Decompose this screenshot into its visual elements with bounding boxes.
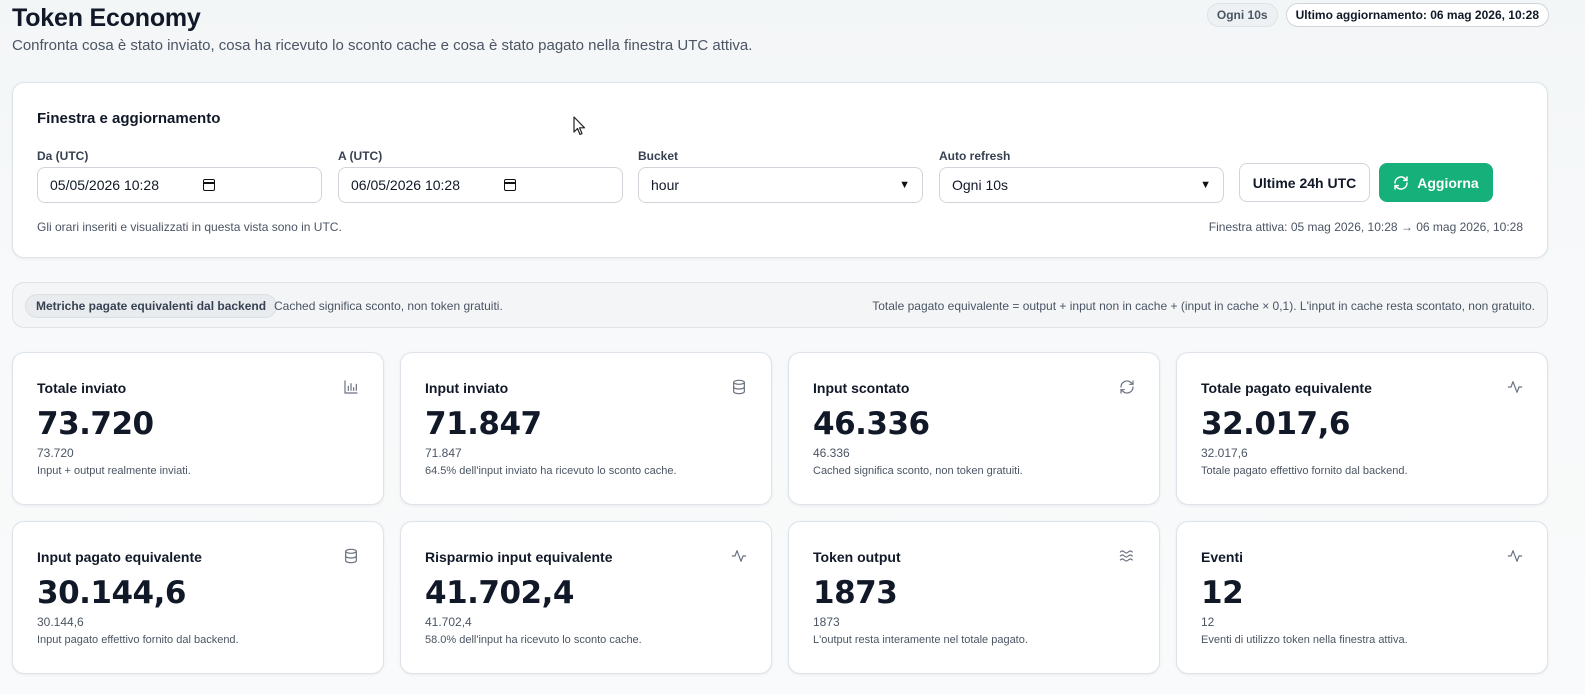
page-header: Token Economy Confronta cosa è stato inv… — [12, 4, 752, 54]
metric-note: Totale pagato effettivo fornito dal back… — [1201, 465, 1408, 477]
activity-icon — [1507, 550, 1523, 562]
from-value: 05/05/2026 10:28 — [50, 177, 159, 193]
backend-metrics-badge: Metriche pagate equivalenti dal backend — [25, 294, 278, 318]
auto-refresh-value: Ogni 10s — [952, 177, 1009, 193]
metric-card: Input scontato 46.336 46.336 Cached signifi… — [788, 352, 1160, 505]
bar-chart-icon — [344, 380, 358, 394]
refresh-button-label: Aggiorna — [1417, 174, 1479, 191]
metric-card: Risparmio input equivalente 41.702,4 41.70… — [400, 521, 772, 674]
refresh-interval-badge: Ogni 10s — [1206, 3, 1278, 27]
cache-note: Cached significa sconto, non token gratu… — [274, 299, 503, 313]
metric-value: 1873 — [813, 575, 898, 611]
metric-title: Input inviato — [425, 380, 509, 396]
calendar-icon[interactable] — [203, 179, 215, 191]
database-icon — [345, 548, 357, 564]
info-bar: Metriche pagate equivalenti dal backend … — [12, 282, 1548, 328]
metric-card: Totale pagato equivalente 32.017,6 32.017,… — [1176, 352, 1548, 505]
to-label: A (UTC) — [338, 149, 383, 163]
bucket-value: hour — [651, 177, 680, 193]
filters-title: Finestra e aggiornamento — [37, 110, 221, 127]
metric-note: Cached significa sconto, non token gratu… — [813, 465, 1023, 477]
metric-subvalue: 46.336 — [813, 446, 850, 460]
from-field: Da (UTC) 05/05/2026 10:28 — [37, 149, 322, 203]
metric-value: 71.847 — [425, 406, 542, 442]
from-label: Da (UTC) — [37, 149, 89, 163]
metric-note: Input pagato effettivo fornito dal backe… — [37, 634, 239, 646]
last-24h-button[interactable]: Ultime 24h UTC — [1239, 163, 1370, 202]
metric-value: 12 — [1201, 575, 1244, 611]
page-title: Token Economy — [12, 4, 201, 32]
bucket-select[interactable]: hour ▼ — [638, 167, 923, 203]
chevron-down-icon: ▼ — [899, 179, 910, 191]
to-field: A (UTC) 06/05/2026 10:28 — [338, 149, 623, 203]
metric-title: Input pagato equivalente — [37, 549, 202, 565]
to-value: 06/05/2026 10:28 — [351, 177, 460, 193]
refresh-icon — [1394, 175, 1408, 190]
metric-subvalue: 73.720 — [37, 446, 74, 460]
filters-panel: Finestra e aggiornamento Da (UTC) 05/05/… — [12, 82, 1548, 258]
metric-note: 58.0% dell'input ha ricevuto lo sconto c… — [425, 634, 642, 646]
metric-card: Eventi 12 12 Eventi di utilizzo token nella… — [1176, 521, 1548, 674]
metric-value: 32.017,6 — [1201, 406, 1350, 442]
metric-title: Risparmio input equivalente — [425, 549, 613, 565]
metric-card: Input inviato 71.847 71.847 64.5% dell'inpu… — [400, 352, 772, 505]
page-subtitle: Confronta cosa è stato inviato, cosa ha … — [12, 37, 753, 54]
to-datetime-input[interactable]: 06/05/2026 10:28 — [338, 167, 623, 203]
activity-icon — [731, 550, 747, 562]
metric-title: Totale pagato equivalente — [1201, 380, 1372, 396]
from-datetime-input[interactable]: 05/05/2026 10:28 — [37, 167, 322, 203]
metric-note: 64.5% dell'input inviato ha ricevuto lo … — [425, 465, 677, 477]
metric-subvalue: 41.702,4 — [425, 615, 472, 629]
activity-icon — [1507, 381, 1523, 393]
metric-card: Input pagato equivalente 30.144,6 30.144,6… — [12, 521, 384, 674]
chevron-down-icon: ▼ — [1200, 179, 1211, 191]
metric-title: Eventi — [1201, 549, 1244, 565]
metric-note: Input + output realmente inviati. — [37, 465, 191, 477]
metric-subvalue: 1873 — [813, 615, 840, 629]
mouse-cursor-icon — [573, 116, 586, 136]
bucket-field: Bucket hour ▼ — [638, 149, 923, 203]
metric-card: Totale inviato 73.720 73.720 Input + output… — [12, 352, 384, 505]
waves-icon — [1119, 550, 1133, 562]
metric-title: Totale inviato — [37, 380, 127, 396]
metric-value: 41.702,4 — [425, 575, 574, 611]
last-update-badge: Ultimo aggiornamento: 06 mag 2026, 10:28 — [1285, 3, 1549, 27]
metric-subvalue: 12 — [1201, 615, 1215, 629]
metric-value: 46.336 — [813, 406, 930, 442]
header-badges: Ogni 10s Ultimo aggiornamento: 06 mag 20… — [1206, 3, 1549, 27]
auto-refresh-select[interactable]: Ogni 10s ▼ — [939, 167, 1224, 203]
database-icon — [733, 379, 745, 395]
auto-refresh-label: Auto refresh — [939, 149, 1011, 163]
metric-subvalue: 71.847 — [425, 446, 462, 460]
bucket-label: Bucket — [638, 149, 679, 163]
refresh-icon — [1120, 380, 1134, 394]
utc-note: Gli orari inseriti e visualizzati in que… — [37, 220, 342, 234]
metric-title: Token output — [813, 549, 901, 565]
metric-value: 73.720 — [37, 406, 154, 442]
metric-subvalue: 32.017,6 — [1201, 446, 1248, 460]
metric-note: Eventi di utilizzo token nella finestra … — [1201, 634, 1408, 646]
refresh-button[interactable]: Aggiorna — [1379, 163, 1493, 202]
metric-card: Token output 1873 1873 L'output resta inter… — [788, 521, 1160, 674]
metric-title: Input scontato — [813, 380, 910, 396]
metric-subvalue: 30.144,6 — [37, 615, 84, 629]
metric-value: 30.144,6 — [37, 575, 186, 611]
auto-refresh-field: Auto refresh Ogni 10s ▼ — [939, 149, 1224, 203]
formula-note: Totale pagato equivalente = output + inp… — [872, 299, 1535, 313]
metric-note: L'output resta interamente nel totale pa… — [813, 634, 1028, 646]
active-window: Finestra attiva: 05 mag 2026, 10:28 → 06… — [1208, 220, 1523, 234]
calendar-icon[interactable] — [504, 179, 516, 191]
